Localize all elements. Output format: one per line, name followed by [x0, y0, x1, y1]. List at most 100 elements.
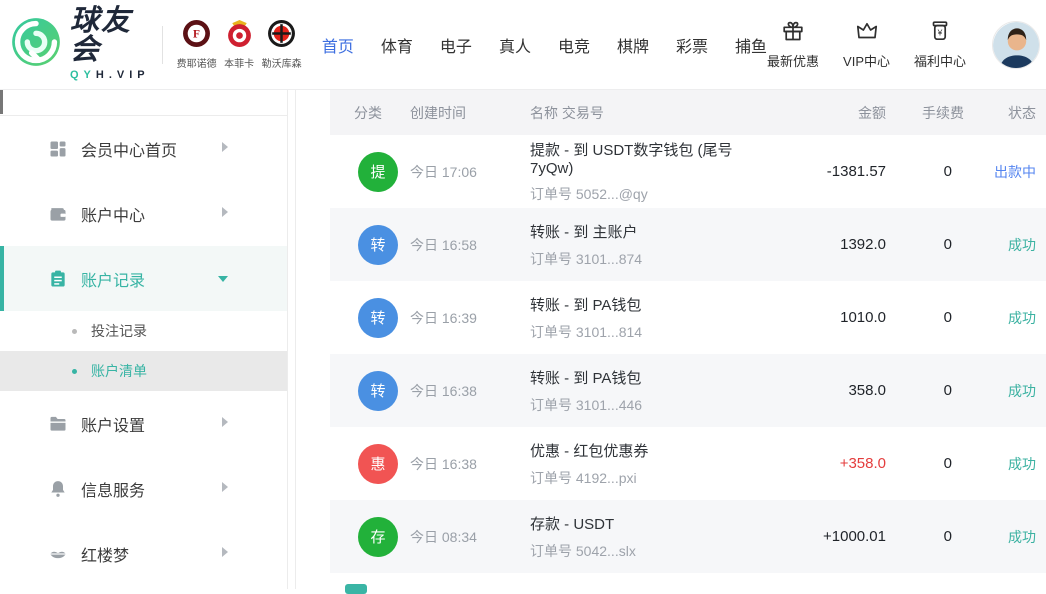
col-header-name-txid: 名称 交易号 — [530, 103, 774, 123]
sidebar-item-label: 账户设置 — [81, 412, 145, 436]
folder-icon — [48, 414, 68, 434]
fee: 0 — [894, 309, 964, 326]
nav-item[interactable]: 电子 — [440, 33, 472, 57]
amount: +358.0 — [774, 455, 894, 472]
created-time: 今日 16:58 — [410, 235, 530, 255]
records-icon — [48, 269, 68, 289]
pagination-page-button[interactable] — [345, 584, 367, 594]
sponsor-label: 费耶诺德 — [176, 55, 217, 70]
bullet-icon — [72, 369, 77, 374]
nav-item[interactable]: 电竞 — [558, 33, 590, 57]
transaction-row[interactable]: 转 今日 16:38 转账 - 到 PA钱包 订单号 3101...446 35… — [330, 354, 1046, 427]
status-badge: 成功 — [964, 527, 1036, 547]
sidebar-item-label: 信息服务 — [81, 477, 145, 501]
sidebar-subitem-label: 账户清单 — [91, 361, 147, 381]
order-number: 订单号 3101...874 — [530, 249, 774, 269]
sponsor-leverkusen: 勒沃库森 — [261, 19, 302, 70]
sidebar-item-label: 会员中心首页 — [81, 137, 177, 161]
category-badge: 存 — [358, 517, 398, 557]
col-header-category: 分类 — [354, 103, 410, 123]
sidebar-item-label: 账户中心 — [81, 202, 145, 226]
fee: 0 — [894, 455, 964, 472]
name-cell: 优惠 - 红包优惠券 订单号 4192...pxi — [530, 440, 774, 488]
nav-item[interactable]: 首页 — [322, 33, 354, 57]
nav-item[interactable]: 捕鱼 — [735, 33, 767, 57]
category-badge: 转 — [358, 298, 398, 338]
created-time: 今日 17:06 — [410, 162, 530, 182]
category-badge: 转 — [358, 371, 398, 411]
amount: -1381.57 — [774, 163, 894, 180]
transaction-row[interactable]: 惠 今日 16:38 优惠 - 红包优惠券 订单号 4192...pxi +35… — [330, 427, 1046, 500]
sidebar-item-account-records[interactable]: 账户记录 — [0, 246, 287, 311]
nav-item[interactable]: 彩票 — [676, 33, 708, 57]
amount: 358.0 — [774, 382, 894, 399]
order-number: 订单号 5052...@qy — [530, 184, 774, 204]
sidebar-subitem-bet-records[interactable]: 投注记录 — [0, 311, 287, 351]
fee: 0 — [894, 236, 964, 253]
welfare-center-label: 福利中心 — [914, 51, 966, 70]
created-time: 今日 16:39 — [410, 308, 530, 328]
amount: 1392.0 — [774, 236, 894, 253]
order-number: 订单号 5042...slx — [530, 541, 774, 561]
promotions-link[interactable]: 最新优惠 — [767, 19, 819, 70]
nav-item[interactable]: 真人 — [499, 33, 531, 57]
chevron-right-icon — [221, 205, 229, 223]
sidebar-subitem-account-statement[interactable]: 账户清单 — [0, 351, 287, 391]
promotions-label: 最新优惠 — [767, 51, 819, 70]
chevron-right-icon — [221, 480, 229, 498]
transaction-name: 转账 - 到 PA钱包 — [530, 294, 774, 315]
name-cell: 转账 - 到 PA钱包 订单号 3101...814 — [530, 294, 774, 342]
name-cell: 转账 - 到 主账户 订单号 3101...874 — [530, 221, 774, 269]
sidebar-item-member-home[interactable]: 会员中心首页 — [0, 116, 287, 181]
scrollbar-thumb[interactable] — [0, 90, 3, 114]
amount: +1000.01 — [774, 528, 894, 545]
sidebar-item-account-center[interactable]: 账户中心 — [0, 181, 287, 246]
col-header-created-time: 创建时间 — [410, 103, 530, 123]
sidebar-item-account-settings[interactable]: 账户设置 — [0, 391, 287, 456]
user-avatar[interactable] — [992, 21, 1040, 69]
sidebar-scrollbar-track[interactable] — [287, 90, 296, 589]
main-nav: 首页 体育 电子 真人 电竞 棋牌 彩票 捕鱼 — [322, 33, 767, 57]
brand-domain: QYH.VIP — [70, 69, 150, 81]
nav-item[interactable]: 体育 — [381, 33, 413, 57]
table-header-row: 分类 创建时间 名称 交易号 金额 手续费 状态 — [330, 90, 1046, 135]
status-badge: 出款中 — [964, 162, 1036, 182]
transaction-name: 提款 - 到 USDT数字钱包 (尾号7yQw) — [530, 139, 774, 177]
sidebar: 会员中心首页 账户中心 — [0, 90, 287, 589]
crown-icon — [854, 30, 880, 47]
brand-text: 球友会 QYH.VIP — [70, 7, 150, 83]
sponsor-label: 本菲卡 — [219, 55, 260, 70]
brand-logo[interactable]: 球友会 QYH.VIP — [10, 7, 150, 83]
vip-center-link[interactable]: VIP中心 — [843, 19, 890, 70]
benfica-badge-icon — [225, 35, 254, 52]
nav-item[interactable]: 棋牌 — [617, 33, 649, 57]
transaction-row[interactable]: 转 今日 16:58 转账 - 到 主账户 订单号 3101...874 139… — [330, 208, 1046, 281]
created-time: 今日 08:34 — [410, 527, 530, 547]
transaction-name: 转账 - 到 PA钱包 — [530, 367, 774, 388]
chevron-right-icon — [221, 140, 229, 158]
created-time: 今日 16:38 — [410, 454, 530, 474]
brand-name: 球友会 — [70, 7, 150, 65]
dashboard-icon — [48, 139, 68, 159]
wallet-icon — [48, 204, 68, 224]
chevron-right-icon — [221, 415, 229, 433]
sidebar-item-message-service[interactable]: 信息服务 — [0, 456, 287, 521]
chevron-right-icon — [221, 545, 229, 563]
order-number: 订单号 4192...pxi — [530, 468, 774, 488]
sidebar-menu: 会员中心首页 账户中心 — [0, 115, 287, 586]
sponsor-label: 勒沃库森 — [261, 55, 302, 70]
sidebar-item-label: 红楼梦 — [81, 542, 129, 566]
sidebar-item-hongloumeng[interactable]: 红楼梦 — [0, 521, 287, 586]
divider — [162, 26, 163, 64]
transaction-row[interactable]: 提 今日 17:06 提款 - 到 USDT数字钱包 (尾号7yQw) 订单号 … — [330, 135, 1046, 208]
col-header-fee: 手续费 — [894, 103, 964, 123]
sponsor-benfica: 本菲卡 — [219, 19, 260, 70]
transaction-row[interactable]: 存 今日 08:34 存款 - USDT 订单号 5042...slx +100… — [330, 500, 1046, 573]
status-badge: 成功 — [964, 454, 1036, 474]
brand-swirl-icon — [10, 16, 62, 73]
welfare-center-link[interactable]: ¥ 福利中心 — [914, 19, 966, 70]
bell-icon — [48, 479, 68, 499]
gift-icon — [780, 30, 806, 47]
transaction-row[interactable]: 转 今日 16:39 转账 - 到 PA钱包 订单号 3101...814 10… — [330, 281, 1046, 354]
quick-links: 最新优惠 VIP中心 ¥ 福利中心 — [767, 19, 966, 70]
